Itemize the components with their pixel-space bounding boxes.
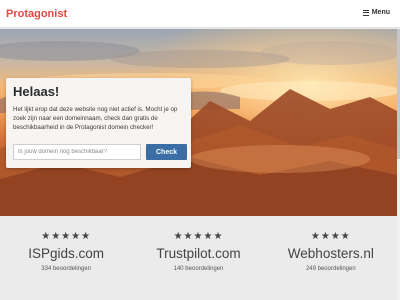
hamburger-icon [362,9,370,16]
review-count: 334 beoordelingen [41,266,92,272]
star-rating-icon: ★★★★ [310,231,351,242]
domain-check-form: Check [13,144,187,160]
review-count: 249 beoordelingen [305,266,356,272]
check-button[interactable]: Check [146,144,187,160]
review-webhosters[interactable]: ★★★★ Webhosters.nl 249 beoordelingen [265,216,397,300]
menu-label: Menu [371,9,390,16]
review-site-name: Webhosters.nl [287,246,374,261]
review-trustpilot[interactable]: ★★★★★ Trustpilot.com 140 beoordelingen [132,216,264,300]
review-site-name: ISPgids.com [28,246,105,261]
card-text: Het lijkt erop dat deze website nog niet… [13,106,178,131]
card-title: Helaas! [13,84,60,99]
logo[interactable]: Protagonist [6,8,67,20]
reviews-section: ★★★★★ ISPgids.com 334 beoordelingen ★★★★… [0,216,397,300]
star-rating-icon: ★★★★★ [173,231,224,242]
review-ispgids[interactable]: ★★★★★ ISPgids.com 334 beoordelingen [0,216,132,300]
domain-search-input[interactable] [13,144,141,160]
review-site-name: Trustpilot.com [156,246,241,261]
domain-checker-card: Helaas! Het lijkt erop dat deze website … [6,78,191,168]
star-rating-icon: ★★★★★ [41,231,92,242]
menu-button[interactable]: Menu [362,9,390,16]
review-count: 140 beoordelingen [173,266,224,272]
top-bar: Protagonist Menu [0,0,400,28]
